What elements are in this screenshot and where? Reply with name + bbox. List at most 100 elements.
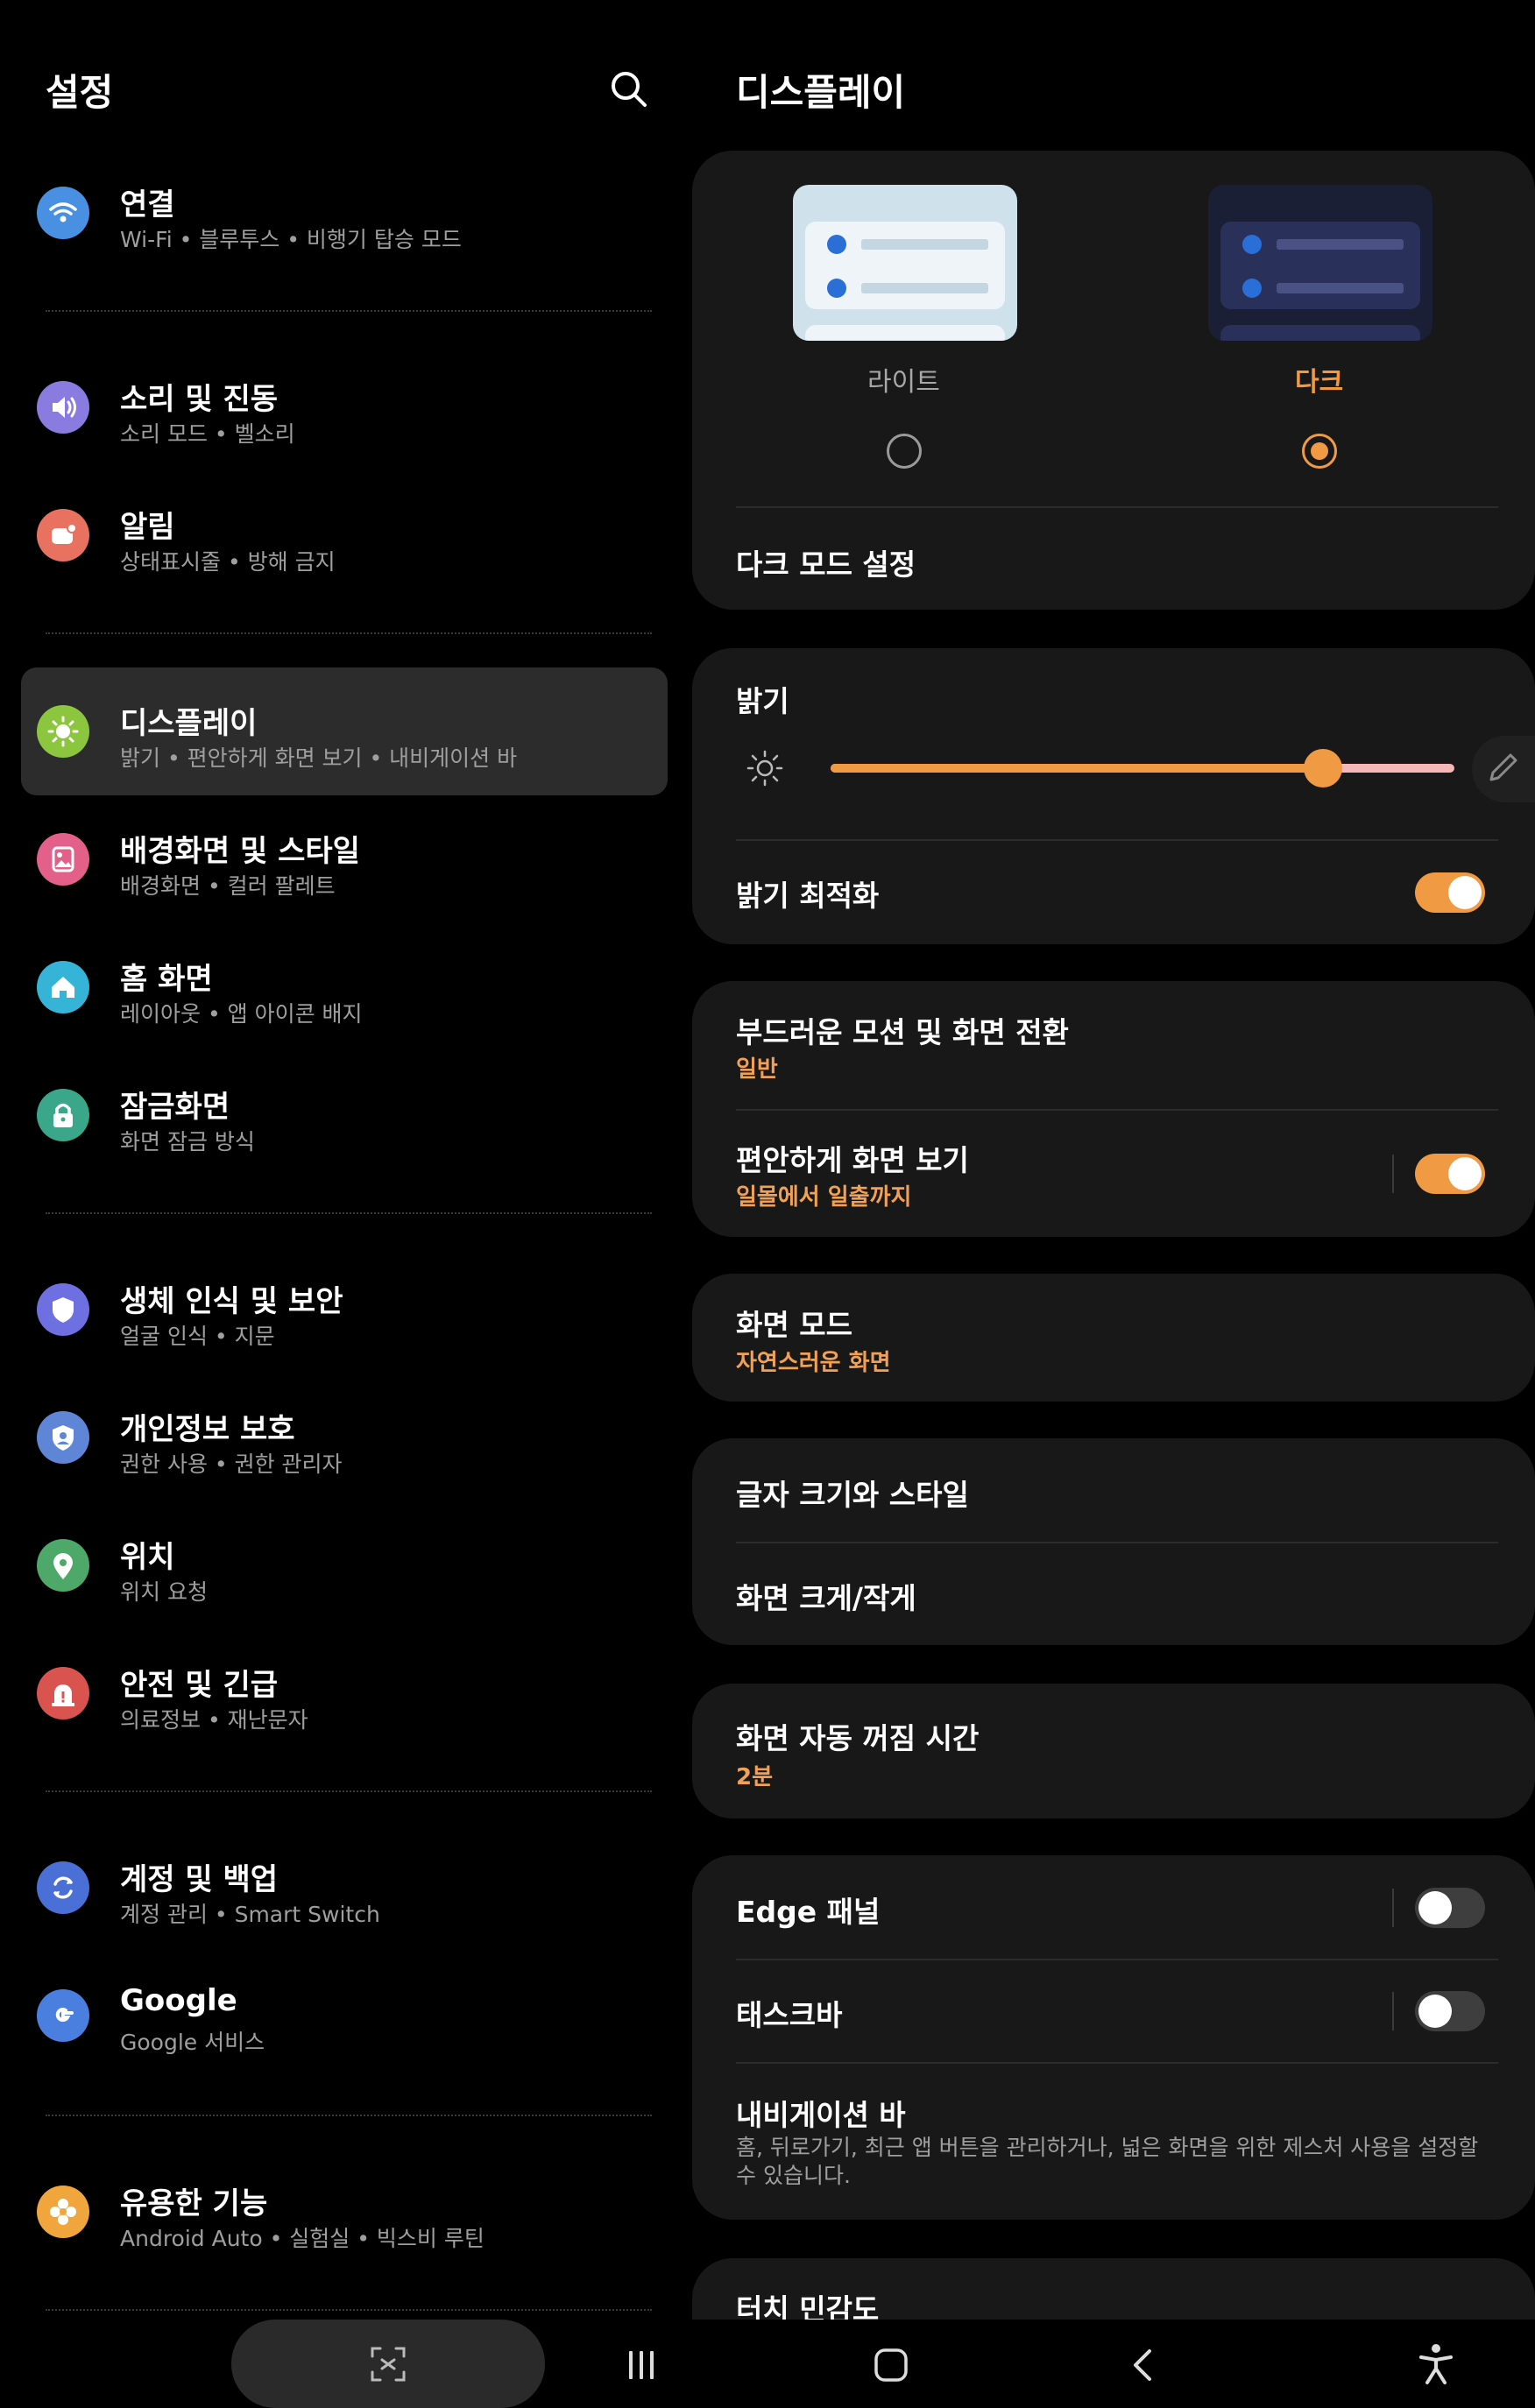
- home-nav-icon[interactable]: [872, 2346, 910, 2388]
- separator: [736, 1959, 1498, 1960]
- menu-item-notifications[interactable]: 알림 상태표시줄 • 방해 금지: [21, 471, 668, 599]
- menu-item-title: 생체 인식 및 보안: [120, 1284, 343, 1319]
- menu-item-wallpaper[interactable]: 배경화면 및 스타일 배경화면 • 컬러 팔레트: [21, 795, 668, 923]
- edit-icon[interactable]: [1472, 736, 1535, 802]
- timeout-label[interactable]: 화면 자동 꺼짐 시간: [736, 1715, 979, 1757]
- privacy-icon: [37, 1411, 89, 1464]
- menu-item-title: 홈 화면: [120, 962, 213, 997]
- eye-comfort-value: 일몰에서 일출까지: [736, 1184, 912, 1211]
- location-icon: [37, 1539, 89, 1592]
- divider: [46, 2115, 652, 2116]
- menu-item-subtitle: Android Auto • 실험실 • 빅스비 루틴: [120, 2226, 485, 2251]
- menu-item-home-screen[interactable]: 홈 화면 레이아웃 • 앱 아이콘 배지: [21, 923, 668, 1051]
- divider: [46, 2309, 652, 2311]
- navigation-bar-label[interactable]: 내비게이션 바: [736, 2092, 906, 2134]
- recents-icon[interactable]: [626, 2349, 657, 2384]
- menu-item-subtitle: 배경화면 • 컬러 팔레트: [120, 873, 336, 899]
- light-theme-label: 라이트: [867, 367, 940, 398]
- sun-icon: [37, 705, 89, 758]
- dark-theme-radio[interactable]: [1302, 434, 1337, 469]
- motion-value: 일반: [736, 1056, 778, 1083]
- lock-icon: [37, 1089, 89, 1141]
- taskbar-label[interactable]: 태스크바: [736, 1992, 842, 2034]
- accessibility-icon[interactable]: [1416, 2342, 1456, 2390]
- home-icon: [37, 961, 89, 1013]
- brightness-slider[interactable]: [831, 749, 1454, 787]
- menu-item-subtitle: 소리 모드 • 벨소리: [120, 421, 295, 447]
- menu-item-connections[interactable]: 연결 Wi-Fi • 블루투스 • 비행기 탑승 모드: [21, 149, 668, 277]
- brightness-label: 밝기: [736, 684, 789, 718]
- vertical-separator: [1392, 1155, 1394, 1193]
- light-theme-preview[interactable]: [793, 185, 1017, 341]
- menu-item-title: 디스플레이: [120, 706, 258, 741]
- menu-item-safety[interactable]: 안전 및 긴급 의료정보 • 재난문자: [21, 1629, 668, 1757]
- adaptive-brightness-toggle[interactable]: [1415, 872, 1485, 913]
- menu-item-title: 위치: [120, 1540, 175, 1575]
- flower-icon: [37, 2186, 89, 2238]
- separator: [736, 1542, 1498, 1543]
- menu-item-google[interactable]: Google Google 서비스: [21, 1952, 668, 2080]
- menu-item-biometrics[interactable]: 생체 인식 및 보안 얼굴 인식 • 지문: [21, 1246, 668, 1373]
- dark-theme-preview[interactable]: [1208, 185, 1432, 341]
- separator: [736, 506, 1498, 508]
- menu-item-title: 안전 및 긴급: [120, 1668, 279, 1703]
- speaker-icon: [37, 381, 89, 434]
- menu-item-subtitle: 얼굴 인식 • 지문: [120, 1324, 275, 1349]
- sync-icon: [37, 1861, 89, 1914]
- menu-item-display[interactable]: 디스플레이 밝기 • 편안하게 화면 보기 • 내비게이션 바: [21, 667, 668, 795]
- eye-comfort-toggle[interactable]: [1415, 1154, 1485, 1194]
- menu-item-accounts[interactable]: 계정 및 백업 계정 관리 • Smart Switch: [21, 1824, 668, 1952]
- motion-label[interactable]: 부드러운 모션 및 화면 전환: [736, 1009, 1069, 1051]
- wallpaper-icon: [37, 833, 89, 886]
- shield-icon: [37, 1283, 89, 1336]
- menu-item-subtitle: 화면 잠금 방식: [120, 1129, 255, 1155]
- page-title: 설정: [46, 71, 114, 114]
- navigation-bar-desc: 홈, 뒤로가기, 최근 앱 버튼을 관리하거나, 넓은 화면을 위한 제스처 사…: [736, 2135, 1479, 2188]
- separator: [736, 1109, 1498, 1111]
- menu-item-title: 유용한 기능: [120, 2186, 268, 2221]
- menu-item-title: 배경화면 및 스타일: [120, 834, 360, 869]
- eye-comfort-label[interactable]: 편안하게 화면 보기: [736, 1137, 969, 1179]
- page-title: 디스플레이: [736, 71, 906, 114]
- separator: [736, 2062, 1498, 2064]
- notification-icon: [37, 509, 89, 561]
- dark-theme-label: 다크: [1295, 367, 1344, 398]
- sun-small-icon: [743, 746, 787, 790]
- menu-item-subtitle: Wi-Fi • 블루투스 • 비행기 탑승 모드: [120, 227, 462, 252]
- menu-item-lock-screen[interactable]: 잠금화면 화면 잠금 방식: [21, 1051, 668, 1179]
- menu-item-subtitle: Google 서비스: [120, 2030, 265, 2055]
- menu-item-advanced-features[interactable]: 유용한 기능 Android Auto • 실험실 • 빅스비 루틴: [21, 2148, 668, 2276]
- dark-mode-settings[interactable]: 다크 모드 설정: [736, 541, 916, 583]
- timeout-value: 2분: [736, 1764, 774, 1790]
- menu-item-title: 소리 및 진동: [120, 382, 279, 417]
- back-icon[interactable]: [1125, 2346, 1164, 2388]
- font-size-label[interactable]: 글자 크기와 스타일: [736, 1472, 969, 1514]
- screen-mode-label[interactable]: 화면 모드: [736, 1302, 852, 1344]
- vertical-separator: [1392, 1889, 1394, 1927]
- menu-item-sound[interactable]: 소리 및 진동 소리 모드 • 벨소리: [21, 343, 668, 471]
- emergency-icon: [37, 1667, 89, 1719]
- taskbar-pill[interactable]: [231, 2320, 545, 2408]
- screenshot-icon[interactable]: [368, 2344, 408, 2384]
- taskbar-toggle[interactable]: [1415, 1991, 1485, 2031]
- divider: [46, 632, 652, 634]
- menu-item-subtitle: 밝기 • 편안하게 화면 보기 • 내비게이션 바: [120, 745, 518, 771]
- divider: [46, 1212, 652, 1214]
- menu-item-title: 계정 및 백업: [120, 1862, 279, 1897]
- light-theme-radio[interactable]: [887, 434, 922, 469]
- wifi-icon: [37, 187, 89, 239]
- menu-item-subtitle: 계정 관리 • Smart Switch: [120, 1902, 380, 1927]
- screen-zoom-label[interactable]: 화면 크게/작게: [736, 1575, 916, 1617]
- edge-panel-label[interactable]: Edge 패널: [736, 1889, 880, 1931]
- menu-item-privacy[interactable]: 개인정보 보호 권한 사용 • 권한 관리자: [21, 1373, 668, 1501]
- separator: [736, 839, 1498, 841]
- google-icon: [37, 1989, 89, 2042]
- edge-panel-toggle[interactable]: [1415, 1888, 1485, 1928]
- menu-item-title: 개인정보 보호: [120, 1412, 295, 1447]
- menu-item-title: Google: [120, 1983, 237, 2018]
- search-icon[interactable]: [605, 65, 654, 114]
- menu-item-location[interactable]: 위치 위치 요청: [21, 1501, 668, 1629]
- vertical-separator: [1392, 1992, 1394, 2030]
- menu-item-title: 알림: [120, 510, 175, 545]
- navigation-bar: [0, 2320, 1535, 2408]
